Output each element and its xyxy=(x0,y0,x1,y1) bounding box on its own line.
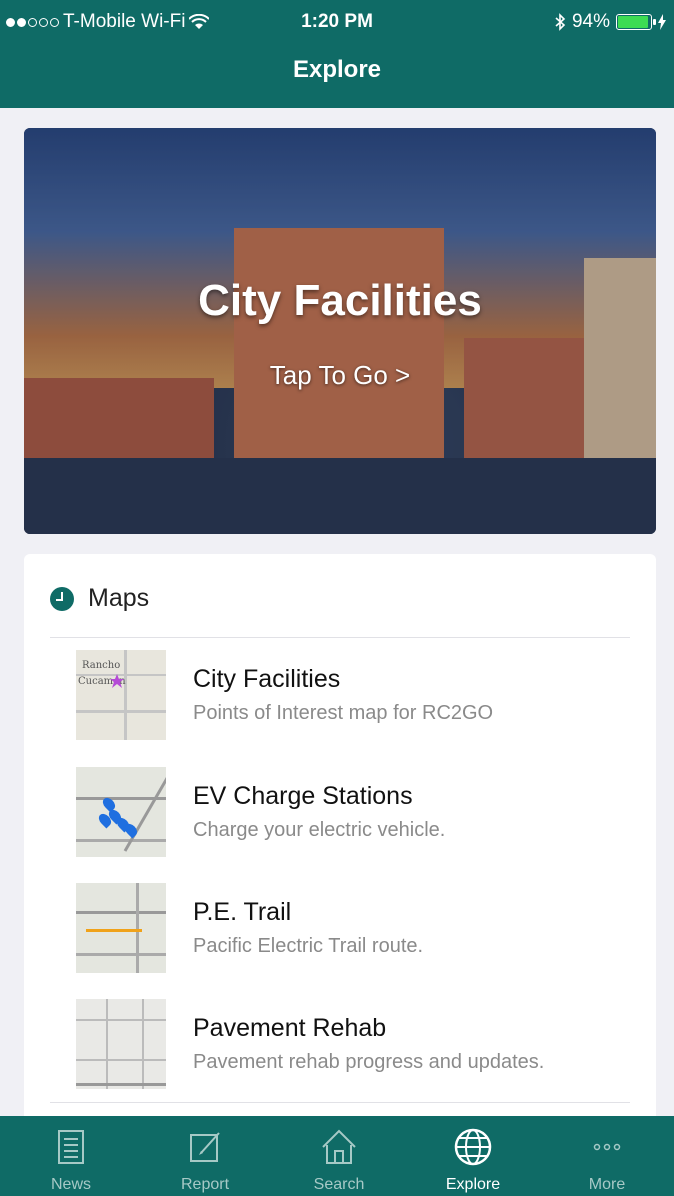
map-item-title: Pavement Rehab xyxy=(193,1014,387,1042)
ev-charge-map-thumbnail xyxy=(76,767,166,857)
status-bar: T-Mobile Wi-Fi 1:20 PM 94% xyxy=(0,0,674,44)
city-facilities-map-thumbnail: Rancho Cucamon xyxy=(76,650,166,740)
map-item-title: EV Charge Stations xyxy=(193,782,413,810)
page-title: Explore xyxy=(292,56,382,83)
divider xyxy=(50,1102,630,1103)
maps-header: Maps xyxy=(50,584,149,613)
tap-to-go-link[interactable]: Tap To Go > xyxy=(24,360,656,391)
battery-icon xyxy=(616,14,656,30)
map-item-subtitle: Pavement rehab progress and updates. xyxy=(193,1051,545,1073)
more-dots-icon xyxy=(593,1143,621,1151)
top-bar: T-Mobile Wi-Fi 1:20 PM 94% Explore xyxy=(0,0,674,108)
map-item-pe-trail[interactable]: P.E. Trail Pacific Electric Trail route. xyxy=(76,883,636,975)
hero-overlay xyxy=(24,128,656,534)
map-item-title: P.E. Trail xyxy=(193,898,292,926)
divider xyxy=(50,637,630,638)
thumb-label-1: Rancho xyxy=(82,660,121,671)
map-item-subtitle: Points of Interest map for RC2GO xyxy=(193,702,494,724)
tab-label: News xyxy=(50,1176,91,1193)
tab-label: Report xyxy=(180,1176,230,1193)
clock-icon xyxy=(50,586,74,611)
globe-icon xyxy=(454,1128,492,1166)
map-item-ev-charge-stations[interactable]: EV Charge Stations Charge your electric … xyxy=(76,767,636,859)
tab-explore[interactable]: Explore xyxy=(406,1116,540,1196)
hero-title: City Facilities xyxy=(198,276,482,325)
tab-news[interactable]: News xyxy=(4,1116,138,1196)
tab-label: More xyxy=(588,1176,626,1193)
star-marker-icon xyxy=(110,674,124,688)
map-item-subtitle: Charge your electric vehicle. xyxy=(193,819,446,841)
tab-report[interactable]: Report xyxy=(138,1116,272,1196)
compose-icon xyxy=(190,1132,220,1162)
charging-bolt-icon xyxy=(658,14,666,30)
map-item-title: City Facilities xyxy=(193,665,341,693)
map-item-city-facilities[interactable]: Rancho Cucamon City Facilities Points of… xyxy=(76,650,636,742)
tab-bar: News Report Search Explore More xyxy=(0,1116,674,1196)
status-right: 94% xyxy=(554,11,666,33)
tab-more[interactable]: More xyxy=(540,1116,674,1196)
news-icon xyxy=(58,1130,84,1164)
tab-label: Explore xyxy=(445,1176,501,1193)
tab-label: Search xyxy=(313,1176,365,1193)
maps-card: Maps Rancho Cucamon City Facilities Poin… xyxy=(24,554,656,1194)
maps-heading: Maps xyxy=(88,584,150,612)
hero-city-facilities-card[interactable]: City Facilities Tap To Go > xyxy=(24,128,656,534)
bluetooth-icon xyxy=(555,13,566,31)
home-search-icon xyxy=(322,1129,356,1164)
pavement-rehab-map-thumbnail xyxy=(76,999,166,1089)
battery-percent: 94% xyxy=(571,11,610,32)
map-item-subtitle: Pacific Electric Trail route. xyxy=(193,935,424,957)
tab-search[interactable]: Search xyxy=(272,1116,406,1196)
pe-trail-map-thumbnail xyxy=(76,883,166,973)
map-item-pavement-rehab[interactable]: Pavement Rehab Pavement rehab progress a… xyxy=(76,999,636,1091)
